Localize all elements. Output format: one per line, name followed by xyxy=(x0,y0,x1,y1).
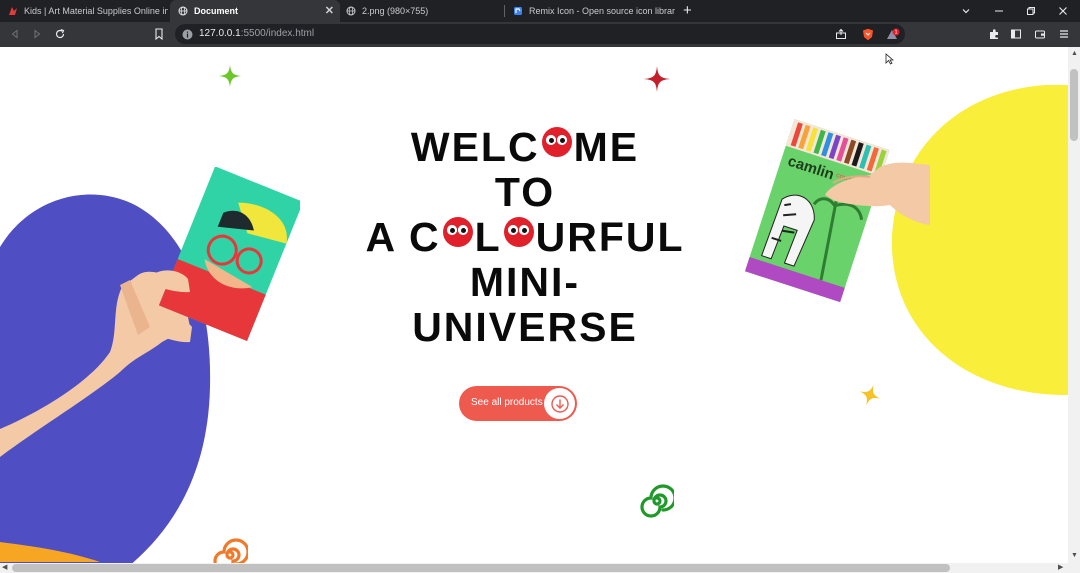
tab-document[interactable]: Document ✕ xyxy=(170,0,340,22)
hero-headline: WELC ME TO A C L URFUL MINI- UNIVERSE xyxy=(365,124,685,350)
scroll-left-arrow-icon[interactable]: ◀ xyxy=(2,564,7,572)
googly-eyes-letter-o-icon xyxy=(503,217,534,247)
reload-icon[interactable] xyxy=(53,27,67,41)
tab-search-icon[interactable] xyxy=(961,0,971,22)
see-all-products-button[interactable]: See all products xyxy=(459,386,577,421)
bookmark-icon[interactable] xyxy=(152,27,166,41)
tab-label: Kids | Art Material Supplies Online in I xyxy=(24,6,168,16)
red-sparkle-icon xyxy=(644,66,670,92)
address-bar[interactable]: 127.0.0.1:5500/index.html 1 xyxy=(175,24,905,44)
tab-2png[interactable]: 2.png (980×755) xyxy=(338,0,504,22)
page-viewport: camlin COLOUR PENCILS WELCME TO A CLURFU… xyxy=(0,47,1068,563)
url-text: 127.0.0.1:5500/index.html xyxy=(199,28,315,39)
cta-label: See all products xyxy=(471,397,543,408)
scroll-right-arrow-icon[interactable]: ▶ xyxy=(1058,564,1063,572)
scroll-down-arrow-icon[interactable]: ▼ xyxy=(1071,552,1078,560)
back-icon[interactable] xyxy=(8,27,22,41)
close-tab-icon[interactable]: ✕ xyxy=(325,4,334,18)
forward-icon[interactable] xyxy=(30,27,44,41)
extensions-icon[interactable] xyxy=(987,27,1001,41)
minimize-icon[interactable] xyxy=(994,0,1004,22)
share-icon[interactable] xyxy=(834,27,848,41)
vertical-scroll-thumb[interactable] xyxy=(1070,69,1078,141)
scroll-up-arrow-icon[interactable]: ▲ xyxy=(1071,50,1078,58)
globe-icon xyxy=(178,6,188,16)
horizontal-scrollbar[interactable]: ◀ ▶ xyxy=(0,563,1080,573)
globe-icon xyxy=(346,6,356,16)
vertical-scrollbar[interactable]: ▲ ▼ xyxy=(1068,47,1080,563)
brand-favicon-icon xyxy=(8,6,18,16)
sidebar-icon[interactable] xyxy=(1009,27,1023,41)
new-tab-button[interactable]: + xyxy=(683,1,692,21)
googly-eyes-letter-o-icon xyxy=(442,217,473,247)
brave-rewards-icon[interactable]: 1 xyxy=(886,27,900,41)
remix-favicon-icon xyxy=(513,6,523,16)
svg-text:1: 1 xyxy=(895,29,898,35)
browser-toolbar: 127.0.0.1:5500/index.html 1 xyxy=(0,22,1080,47)
green-spiral-icon xyxy=(640,484,674,518)
green-sparkle-icon xyxy=(219,65,241,87)
menu-icon[interactable] xyxy=(1057,27,1071,41)
orange-spiral-icon xyxy=(213,538,248,563)
horizontal-scroll-thumb[interactable] xyxy=(12,564,950,572)
tab-label: Document xyxy=(194,6,239,16)
arrow-down-icon xyxy=(544,388,575,419)
tab-label: Remix Icon - Open source icon library xyxy=(529,6,675,16)
tab-kids-art[interactable]: Kids | Art Material Supplies Online in I xyxy=(0,0,168,22)
tab-remix-icon[interactable]: Remix Icon - Open source icon library xyxy=(505,0,675,22)
mouse-cursor-icon xyxy=(885,53,894,65)
close-window-icon[interactable] xyxy=(1058,0,1068,22)
info-icon[interactable] xyxy=(180,27,194,41)
wallet-icon[interactable] xyxy=(1033,27,1047,41)
tab-label: 2.png (980×755) xyxy=(362,6,429,16)
yellow-sparkle-icon xyxy=(859,384,881,406)
tab-bar: Kids | Art Material Supplies Online in I… xyxy=(0,0,1080,22)
googly-eyes-letter-o-icon xyxy=(541,127,572,157)
restore-icon[interactable] xyxy=(1026,0,1036,22)
brave-shield-icon[interactable] xyxy=(861,27,875,41)
